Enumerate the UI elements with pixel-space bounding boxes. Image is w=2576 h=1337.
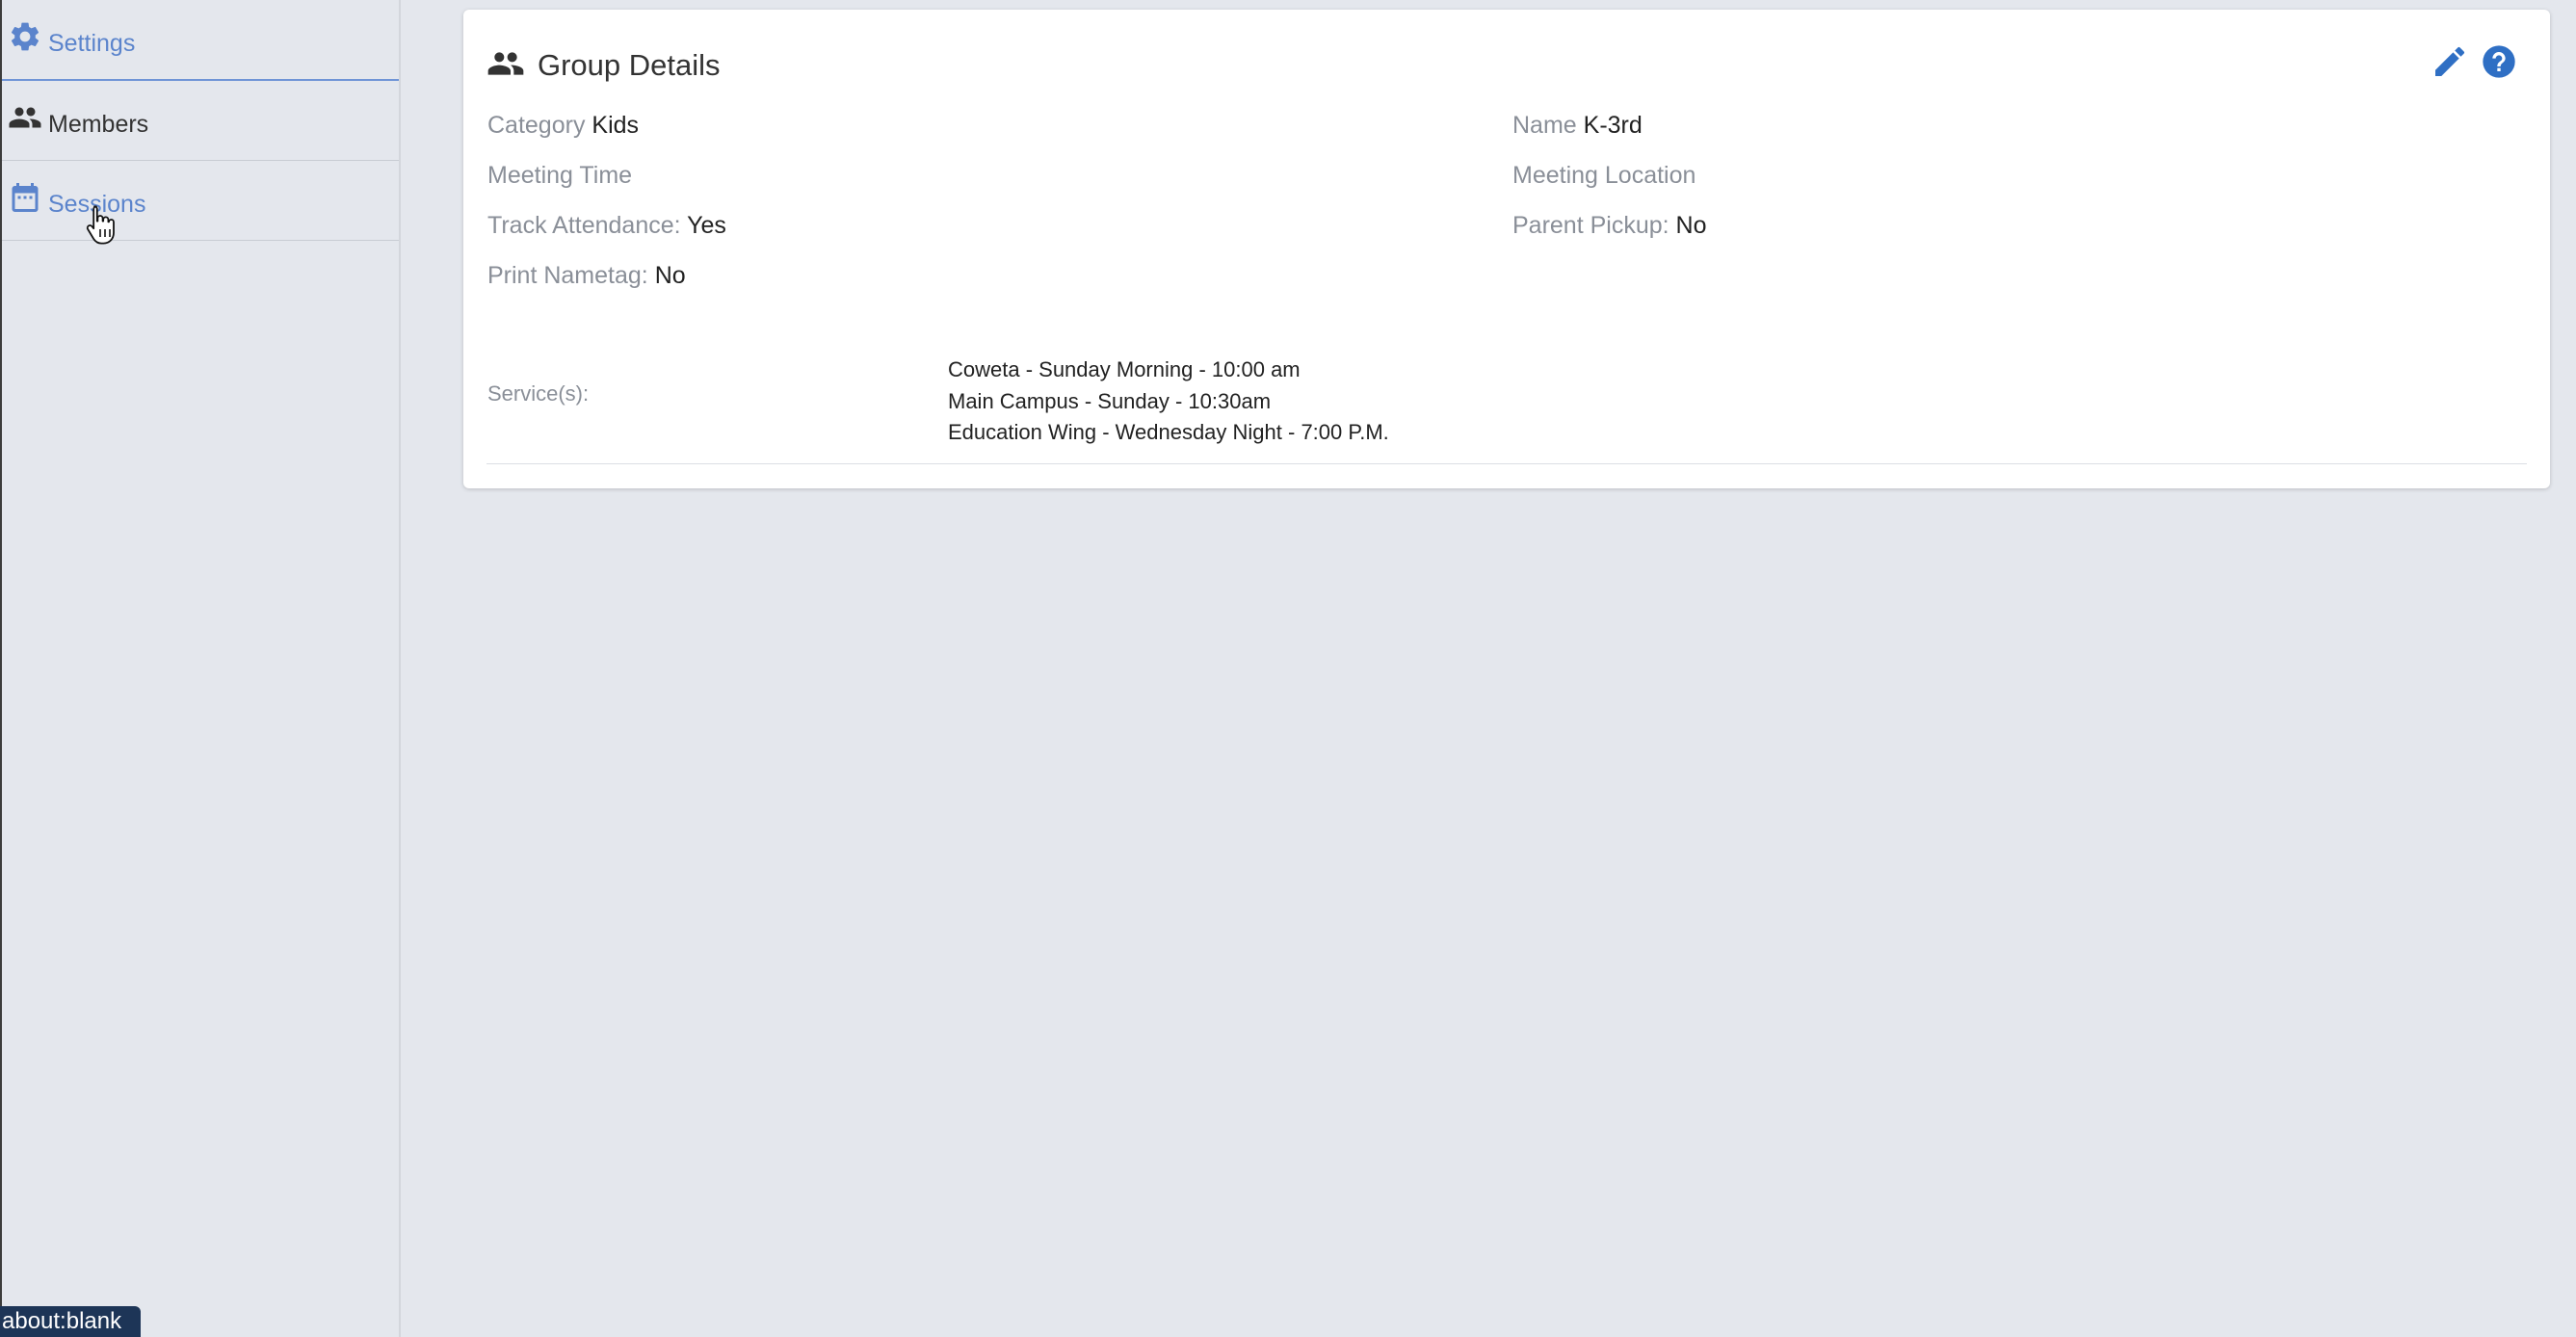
field-track-attendance: Track Attendance: Yes bbox=[487, 209, 726, 242]
service-item: Education Wing - Wednesday Night - 7:00 … bbox=[948, 420, 1389, 444]
field-value: No bbox=[1675, 212, 1707, 239]
sidebar-item-members[interactable]: Members bbox=[2, 81, 399, 161]
field-label: Track Attendance: bbox=[487, 212, 681, 239]
field-meeting-location: Meeting Location bbox=[1512, 159, 1695, 192]
sidebar-item-label: Members bbox=[48, 111, 149, 138]
field-meeting-time: Meeting Time bbox=[487, 159, 632, 192]
field-value: Yes bbox=[687, 212, 726, 239]
field-label: Parent Pickup: bbox=[1512, 212, 1669, 239]
field-label: Name bbox=[1512, 112, 1577, 139]
help-icon[interactable] bbox=[2480, 42, 2518, 81]
field-label: Meeting Time bbox=[487, 162, 633, 189]
services-list: Coweta - Sunday Morning - 10:00 am Main … bbox=[948, 354, 1389, 449]
field-category: Category Kids bbox=[487, 109, 639, 142]
people-icon bbox=[8, 100, 42, 135]
app-page: Settings Members Sessions Group Details … bbox=[0, 0, 2576, 1337]
people-icon bbox=[486, 44, 525, 83]
gear-icon bbox=[8, 19, 42, 54]
sidebar-item-label: Settings bbox=[48, 30, 136, 57]
calendar-icon bbox=[8, 180, 42, 215]
services-label: Service(s): bbox=[487, 381, 590, 406]
card-title: Group Details bbox=[538, 48, 721, 82]
hand-cursor-icon bbox=[85, 204, 118, 245]
sidebar: Settings Members Sessions bbox=[2, 0, 401, 1337]
field-label: Category bbox=[487, 112, 586, 139]
service-item: Coweta - Sunday Morning - 10:00 am bbox=[948, 357, 1301, 381]
group-details-card: Group Details Category Kids Name K-3rd M… bbox=[463, 10, 2550, 488]
sidebar-item-sessions[interactable]: Sessions bbox=[2, 161, 399, 241]
field-label: Print Nametag: bbox=[487, 262, 648, 289]
service-item: Main Campus - Sunday - 10:30am bbox=[948, 388, 1272, 413]
field-value: K-3rd bbox=[1583, 112, 1643, 139]
status-bar-url: about:blank bbox=[0, 1306, 141, 1337]
field-name: Name K-3rd bbox=[1512, 109, 1643, 142]
field-value: Kids bbox=[591, 112, 640, 139]
field-label: Meeting Location bbox=[1512, 162, 1696, 189]
field-value: No bbox=[654, 262, 686, 289]
divider bbox=[486, 463, 2527, 464]
field-print-nametag: Print Nametag: No bbox=[487, 259, 686, 292]
pencil-icon[interactable] bbox=[2431, 42, 2469, 81]
field-parent-pickup: Parent Pickup: No bbox=[1512, 209, 1707, 242]
sidebar-item-settings[interactable]: Settings bbox=[2, 0, 399, 81]
